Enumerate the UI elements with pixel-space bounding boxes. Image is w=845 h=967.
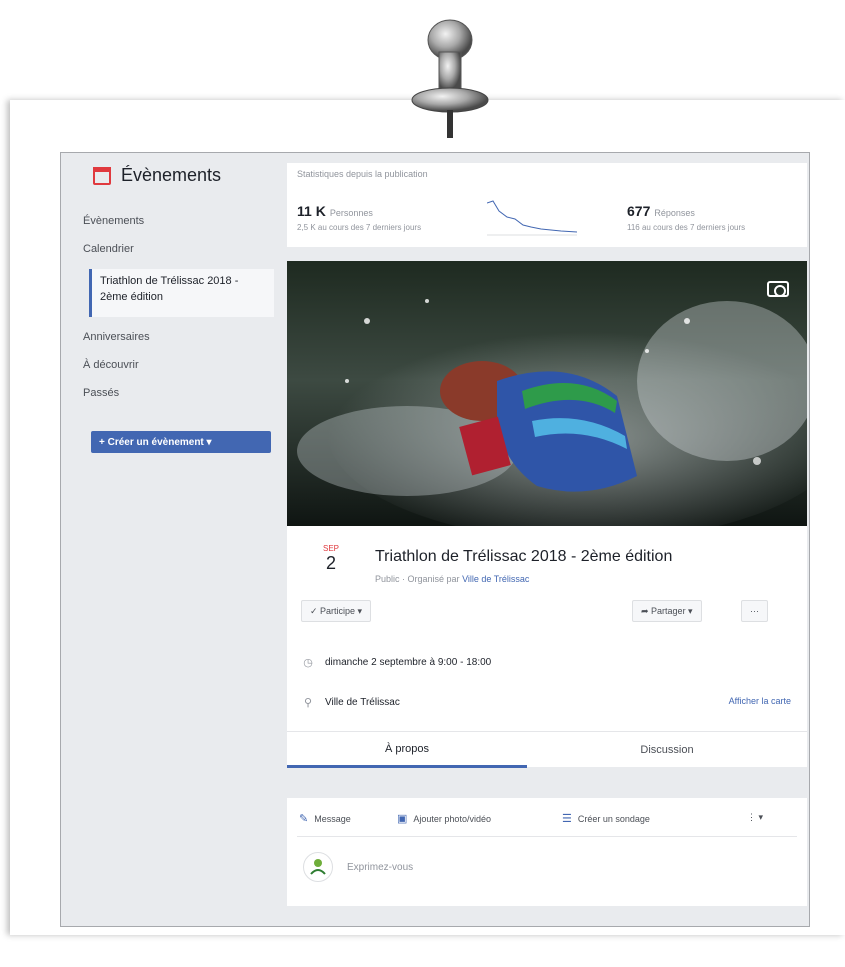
post-composer: ✎ Message ▣ Ajouter photo/vidéo ☰ Créer … <box>287 798 807 906</box>
calendar-icon <box>93 166 111 185</box>
event-subtitle-prefix: Public · Organisé par <box>375 574 460 584</box>
event-date-badge: SEP 2 <box>311 544 351 574</box>
stat-reach[interactable]: 11 K Personnes 2,5 K au cours des 7 derni… <box>297 203 421 232</box>
organizer-link[interactable]: Ville de Trélissac <box>462 574 529 584</box>
sidebar-item-discover[interactable]: À découvrir <box>83 359 139 371</box>
sparkline-chart <box>487 200 577 236</box>
stage: Évènements Évènements Calendrier Triathl… <box>0 0 845 967</box>
event-day: 2 <box>325 553 336 573</box>
event-subtitle: Public · Organisé par Ville de Trélissac <box>375 574 529 584</box>
sidebar-item-calendar[interactable]: Calendrier <box>83 243 134 255</box>
sidebar: Évènements Évènements Calendrier Triathl… <box>61 153 281 926</box>
composer-more-button[interactable]: ⋮ ▾ <box>747 812 763 823</box>
pushpin-icon <box>411 19 489 138</box>
composer-poll-button[interactable]: ☰ Créer un sondage <box>562 812 650 825</box>
more-button[interactable]: ··· <box>741 600 768 622</box>
going-button[interactable]: ✓ Participe ▾ <box>301 600 372 622</box>
pencil-icon: ✎ <box>299 813 309 825</box>
sidebar-item-birthdays[interactable]: Anniversaires <box>83 331 150 343</box>
location-pin-icon: ⚲ <box>303 697 313 709</box>
event-info-card: SEP 2 Triathlon de Trélissac 2018 - 2ème… <box>287 526 807 731</box>
composer-photo-label: Ajouter photo/vidéo <box>413 813 491 824</box>
avatar[interactable] <box>303 852 333 882</box>
photo-icon: ▣ <box>397 813 408 825</box>
event-location-row: ⚲ Ville de Trélissac <box>301 696 400 709</box>
event-month: SEP <box>322 544 339 553</box>
event-datetime: dimanche 2 septembre à 9:00 - 18:00 <box>325 657 492 668</box>
event-datetime-row: ◷ dimanche 2 septembre à 9:00 - 18:00 <box>301 656 491 669</box>
stat-responses-sub: 116 au cours des 7 derniers jours <box>627 223 746 232</box>
composer-divider <box>297 836 797 837</box>
stats-panel: Statistiques depuis la publication 11 KP… <box>287 163 807 247</box>
screenshot-frame: Évènements Évènements Calendrier Triathl… <box>60 152 810 927</box>
avatar-logo <box>310 859 326 875</box>
share-button[interactable]: ➦ Partager ▾ <box>632 600 702 622</box>
show-map-link[interactable]: Afficher la carte <box>729 696 791 706</box>
composer-message-label: Message <box>314 813 351 824</box>
event-title: Triathlon de Trélissac 2018 - 2ème éditi… <box>375 548 673 565</box>
stat-reach-value: 11 K <box>297 203 326 219</box>
poll-icon: ☰ <box>562 813 572 825</box>
stat-responses-label: Réponses <box>654 208 695 218</box>
cover-image <box>287 261 807 526</box>
event-location[interactable]: Ville de Trélissac <box>325 697 400 708</box>
main-column: Statistiques depuis la publication 11 KP… <box>287 153 807 926</box>
composer-input[interactable]: Exprimez-vous <box>347 862 413 873</box>
sidebar-item-active-event[interactable]: Triathlon de Trélissac 2018 - 2ème éditi… <box>89 269 274 317</box>
sidebar-item-past[interactable]: Passés <box>83 387 119 399</box>
composer-message-button[interactable]: ✎ Message <box>299 812 351 825</box>
stat-reach-sub: 2,5 K au cours des 7 derniers jours <box>297 223 422 232</box>
tab-about[interactable]: À propos <box>287 732 527 768</box>
stat-reach-label: Personnes <box>329 208 373 218</box>
clock-icon: ◷ <box>303 657 313 669</box>
create-event-button[interactable]: + Créer un évènement ▾ <box>91 431 271 453</box>
sidebar-title: Évènements <box>121 165 222 185</box>
stat-responses[interactable]: 677 Réponses 116 au cours des 7 derniers … <box>627 203 745 232</box>
sidebar-item-events[interactable]: Évènements <box>83 215 144 227</box>
event-tabs: À propos Discussion <box>287 731 807 768</box>
event-cover-photo[interactable] <box>287 261 807 526</box>
composer-poll-label: Créer un sondage <box>577 813 650 824</box>
sidebar-header: Évènements <box>93 165 221 186</box>
stats-header: Statistiques depuis la publication <box>297 169 428 179</box>
stat-responses-value: 677 <box>627 203 651 219</box>
composer-photo-button[interactable]: ▣ Ajouter photo/vidéo <box>397 812 491 825</box>
tab-discussion[interactable]: Discussion <box>547 732 787 768</box>
camera-icon[interactable] <box>767 281 789 297</box>
